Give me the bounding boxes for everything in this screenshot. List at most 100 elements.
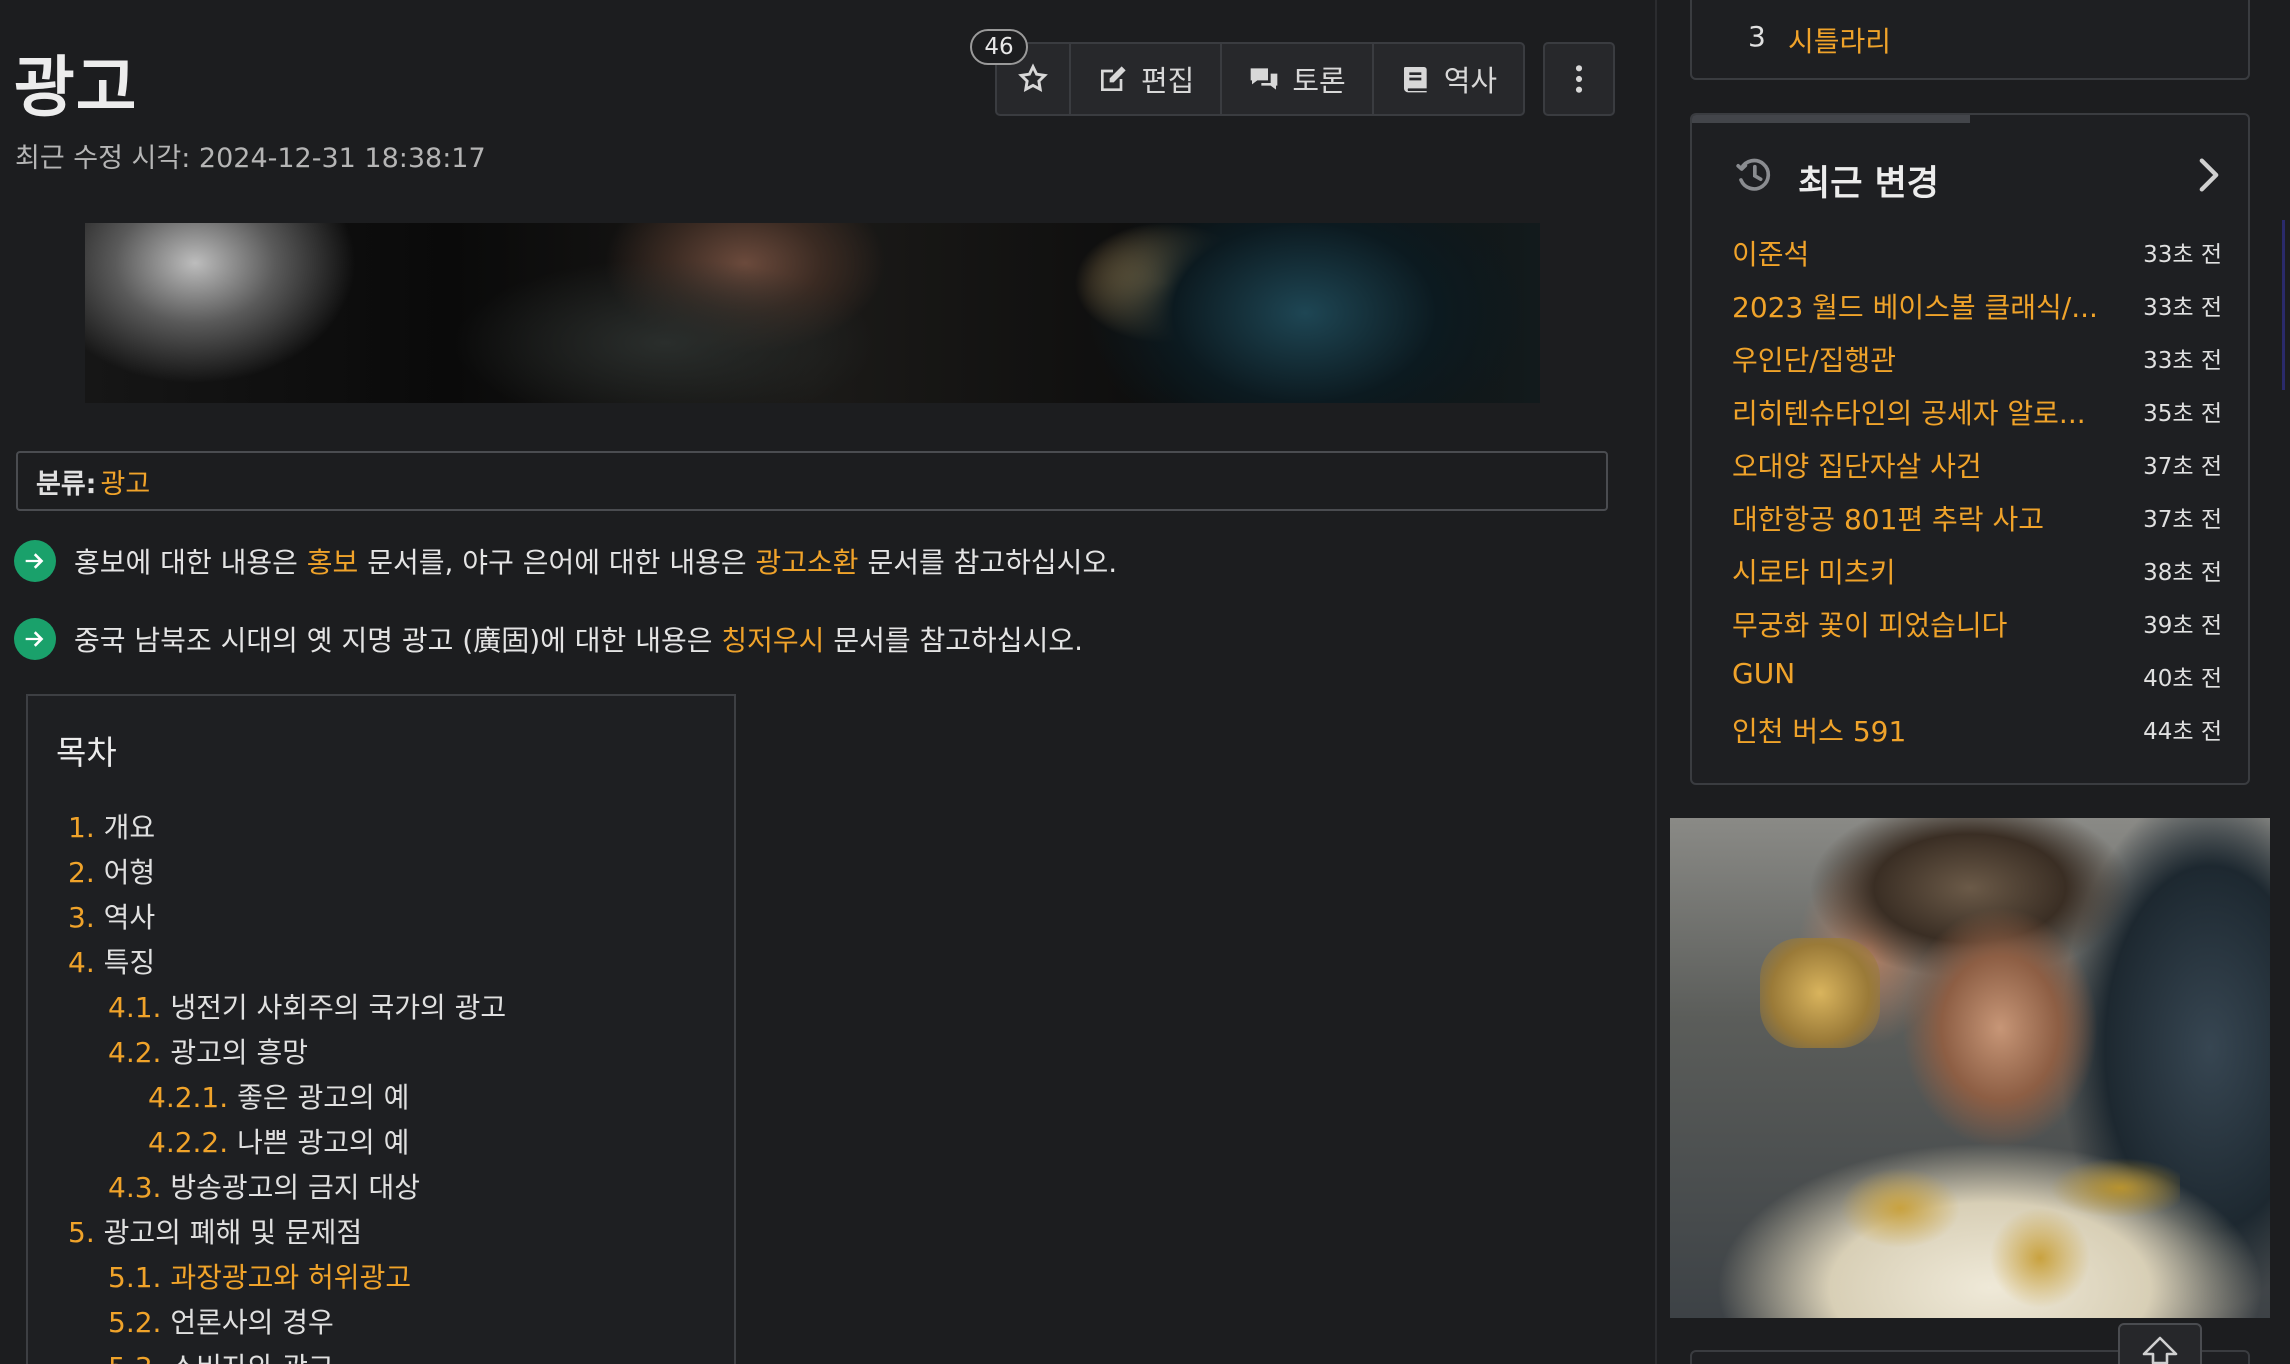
toc-num: 3. <box>68 901 95 934</box>
recent-change-time: 38초 전 <box>2143 560 2222 586</box>
sidebar-ad-image[interactable] <box>1670 818 2270 1318</box>
notice-1-link-ad-call[interactable]: 광고소환 <box>756 546 859 579</box>
notice-2-link-qingzhou[interactable]: 칭저우시 <box>721 624 824 657</box>
toc-text: 방송광고의 금지 대상 <box>170 1171 420 1204</box>
toc-text: 언론사의 경우 <box>170 1306 334 1339</box>
notice-1: 홍보에 대한 내용은 홍보 문서를, 야구 은어에 대한 내용은 광고소환 문서… <box>14 539 1117 583</box>
toc-num: 5.2. <box>108 1306 162 1339</box>
discuss-icon <box>1251 68 1278 90</box>
toc-item[interactable]: 4.2.2. 나쁜 광고의 예 <box>148 1121 409 1161</box>
toc-text: 광고의 폐해 및 문제점 <box>103 1216 363 1249</box>
discuss-button[interactable]: 토론 <box>1222 44 1374 114</box>
toc-text: 특징 <box>103 946 156 979</box>
recent-progress-bar <box>1692 115 1970 123</box>
recent-change-item[interactable]: 우인단/집행관 33초 전 <box>1732 339 2222 383</box>
toc-item[interactable]: 1. 개요 <box>68 806 155 846</box>
toc-item[interactable]: 5.3. 소비자와 광고 <box>108 1346 334 1364</box>
toc-text: 나쁜 광고의 예 <box>237 1126 410 1159</box>
chevron-right-icon[interactable] <box>2196 157 2222 193</box>
arrow-right-icon <box>14 540 56 582</box>
discuss-label: 토론 <box>1292 64 1346 98</box>
toc-num: 5.1. <box>108 1261 162 1294</box>
recent-change-item[interactable]: 리히텐슈타인의 공세자 알로... 35초 전 <box>1732 392 2222 436</box>
toc-item[interactable]: 4.1. 냉전기 사회주의 국가의 광고 <box>108 986 506 1026</box>
history-icon <box>1403 67 1427 93</box>
toc-num: 2. <box>68 856 95 889</box>
toc-text: 냉전기 사회주의 국가의 광고 <box>170 991 507 1024</box>
clock-icon <box>1736 158 1771 191</box>
last-modified: 최근 수정 시각: 2024-12-31 18:38:17 <box>15 136 486 175</box>
recent-change-item[interactable]: 대한항공 801편 추락 사고 37초 전 <box>1732 498 2222 542</box>
toolbar-group: 편집 토론 역사 <box>995 42 1526 116</box>
recent-changes-card: 최근 변경 이준석 33초 전 2023 월드 베이스볼 클래식/... 33초 전… <box>1690 113 2250 785</box>
toc-item[interactable]: 4.3. 방송광고의 금지 대상 <box>108 1166 420 1206</box>
edit-icon <box>1101 66 1126 91</box>
recent-change-title: 우인단/집행관 <box>1732 344 1896 377</box>
page-title: 광고 <box>14 49 138 126</box>
toc-num: 4.2. <box>108 1036 162 1069</box>
recent-change-time: 35초 전 <box>2143 401 2222 427</box>
recent-change-item[interactable]: GUN 40초 전 <box>1732 657 2222 701</box>
notice-1-post: 문서를 참고하십시오. <box>858 546 1118 579</box>
arrow-up-icon <box>2142 1336 2178 1364</box>
toc-item[interactable]: 5.1. 과장광고와 허위광고 <box>108 1256 411 1296</box>
recent-change-item[interactable]: 시로타 미츠키 38초 전 <box>1732 551 2222 595</box>
banner-image <box>85 223 1540 403</box>
toc-text: 어형 <box>103 856 156 889</box>
notice-1-text: 홍보에 대한 내용은 홍보 문서를, 야구 은어에 대한 내용은 광고소환 문서… <box>74 541 1117 581</box>
toc-item[interactable]: 4.2. 광고의 흥망 <box>108 1031 308 1071</box>
more-button[interactable] <box>1543 42 1616 116</box>
recent-change-item[interactable]: 이준석 33초 전 <box>1732 233 2222 277</box>
recent-changes-title: 최근 변경 <box>1798 164 1939 204</box>
recent-change-time: 37초 전 <box>2143 454 2222 480</box>
recent-change-title: 이준석 <box>1732 238 1810 271</box>
toc-num: 5.3. <box>108 1351 161 1364</box>
edit-button[interactable]: 편집 <box>1071 44 1223 114</box>
toc-item[interactable]: 4.2.1. 좋은 광고의 예 <box>148 1076 409 1116</box>
article-main: 광고 최근 수정 시각: 2024-12-31 18:38:17 편집 토론 역… <box>0 0 1655 1364</box>
notice-1-link-promo[interactable]: 홍보 <box>307 546 359 579</box>
notice-1-pre: 홍보에 대한 내용은 <box>74 546 307 579</box>
recent-change-time: 40초 전 <box>2143 666 2222 692</box>
recent-change-title: 시로타 미츠키 <box>1732 556 1896 589</box>
popular-rank: 3 <box>1748 20 1766 53</box>
toc-item[interactable]: 4. 특징 <box>68 941 155 981</box>
toc-text: 소비자와 광고 <box>170 1351 333 1364</box>
star-count-badge: 46 <box>970 29 1028 65</box>
article-toolbar: 편집 토론 역사 <box>995 42 1616 116</box>
recent-change-item[interactable]: 인천 버스 591 44초 전 <box>1732 710 2222 754</box>
scroll-to-top-button[interactable] <box>2118 1323 2202 1364</box>
recent-change-time: 39초 전 <box>2143 613 2222 639</box>
notice-2-post: 문서를 참고하십시오. <box>824 624 1083 657</box>
toc-num: 4.3. <box>108 1171 162 1204</box>
toc-item[interactable]: 5. 광고의 폐해 및 문제점 <box>68 1211 362 1251</box>
history-button[interactable]: 역사 <box>1374 44 1523 114</box>
recent-change-item[interactable]: 무궁화 꽃이 피었습니다 39초 전 <box>1732 604 2222 648</box>
toc-num: 4.1. <box>108 991 162 1024</box>
recent-change-title: 오대양 집단자살 사건 <box>1732 450 1982 483</box>
toc-item[interactable]: 5.2. 언론사의 경우 <box>108 1301 334 1341</box>
sidebar-divider <box>1655 0 1657 1364</box>
popular-title-link[interactable]: 시틀라리 <box>1788 20 1891 60</box>
recent-change-title: 무궁화 꽃이 피었습니다 <box>1732 609 2008 642</box>
toc-text: 개요 <box>103 811 156 844</box>
toc-num: 4.2.1. <box>148 1081 229 1114</box>
more-icon <box>1576 65 1583 93</box>
recent-change-time: 44초 전 <box>2143 719 2222 745</box>
notice-2-text: 중국 남북조 시대의 옛 지명 광고 (廣固)에 대한 내용은 칭저우시 문서를… <box>74 619 1083 659</box>
toc-text: 역사 <box>103 901 156 934</box>
recent-change-item[interactable]: 2023 월드 베이스볼 클래식/... 33초 전 <box>1732 286 2222 330</box>
toc-text: 과장광고와 허위광고 <box>170 1261 412 1294</box>
recent-change-title: 2023 월드 베이스볼 클래식/... <box>1732 291 2098 324</box>
toc-num: 1. <box>68 811 95 844</box>
toc-item[interactable]: 3. 역사 <box>68 896 155 936</box>
recent-change-item[interactable]: 오대양 집단자살 사건 37초 전 <box>1732 445 2222 489</box>
notice-1-mid: 문서를, 야구 은어에 대한 내용은 <box>358 546 756 579</box>
last-modified-time: 2024-12-31 18:38:17 <box>198 143 486 174</box>
category-link[interactable]: 광고 <box>100 462 150 501</box>
table-of-contents: 목차 1. 개요 2. 어형 3. 역사 4. 특징 4.1. 냉전기 사회주의… <box>26 694 736 1364</box>
toc-item[interactable]: 2. 어형 <box>68 851 155 891</box>
recent-change-title: 인천 버스 591 <box>1732 715 1907 748</box>
last-modified-label: 최근 수정 시각: <box>15 143 191 174</box>
history-label: 역사 <box>1443 64 1498 98</box>
